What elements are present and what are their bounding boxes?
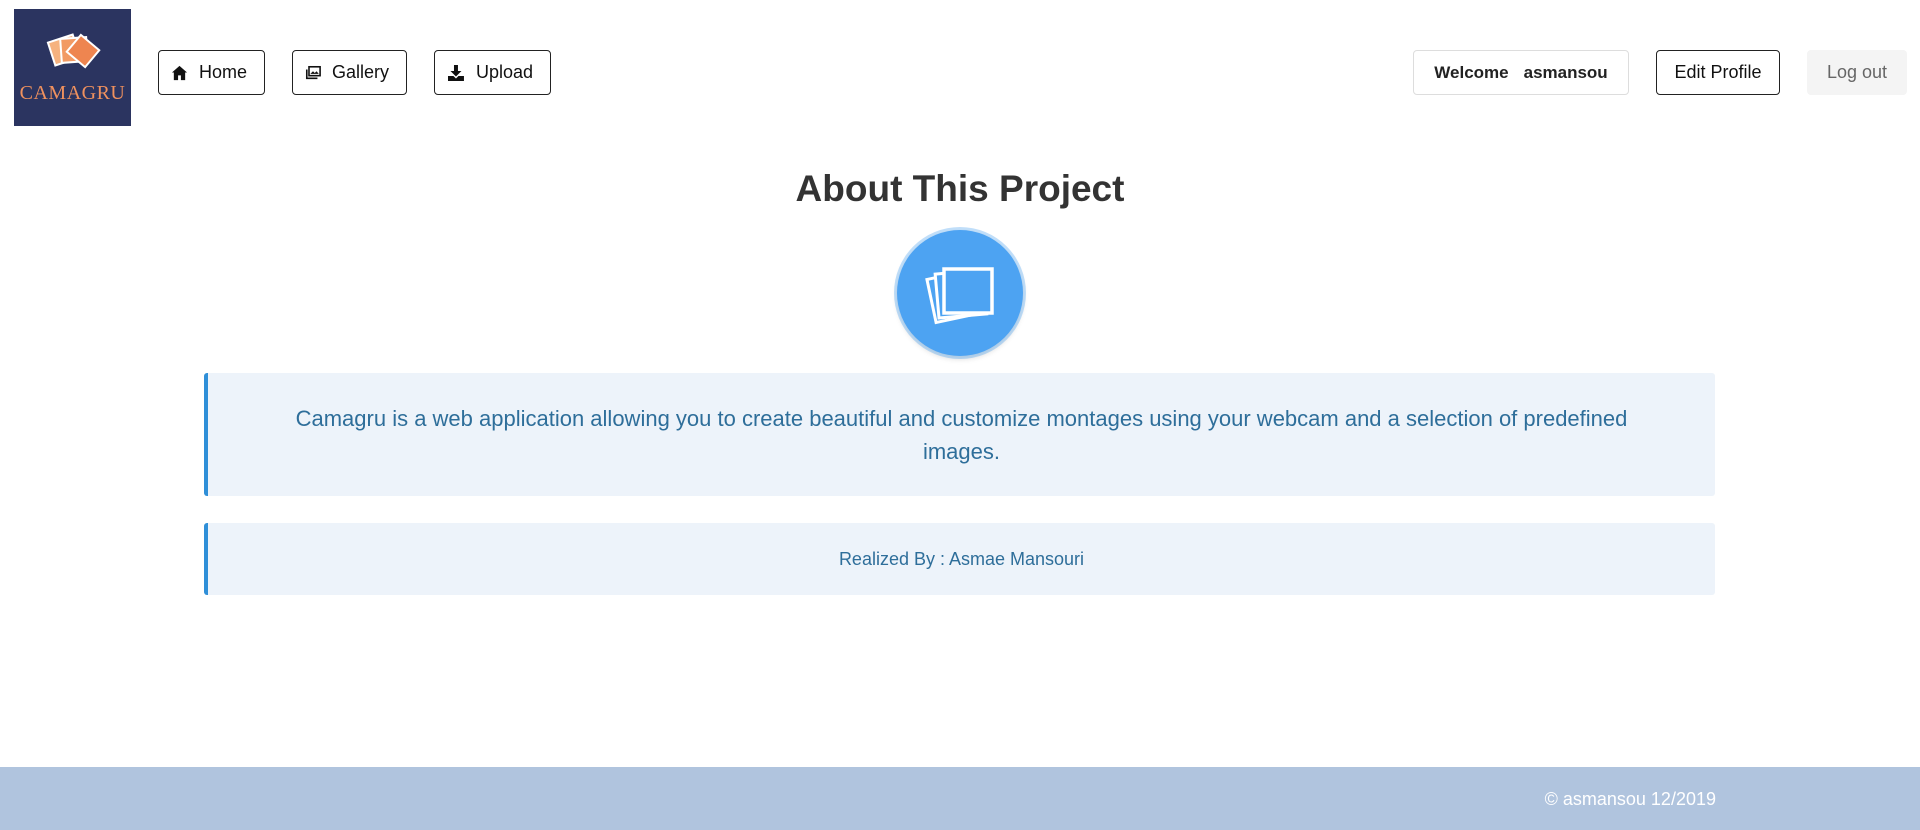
page-title: About This Project [795,168,1125,209]
gallery-icon [305,65,321,79]
welcome-badge: Welcome asmansou [1413,50,1629,95]
gallery-button[interactable]: Gallery [292,50,407,95]
author-card: Realized By : Asmae Mansouri [204,523,1715,595]
author-credit: Realized By : Asmae Mansouri [838,548,1085,569]
brand-logo[interactable]: CAMAGRU [14,9,131,126]
brand-name: CAMAGRU [19,82,126,104]
gallery-button-label: Gallery [331,62,389,82]
welcome-label: Welcome [1434,62,1509,82]
navbar: CAMAGRU Home Gallery Upload Welcome asma… [0,0,1920,135]
home-icon [171,65,188,80]
upload-button-label: Upload [475,62,533,82]
logout-button[interactable]: Log out [1807,50,1907,95]
upload-button[interactable]: Upload [434,50,551,95]
photos-icon [925,267,994,325]
download-icon [447,64,464,81]
project-description: Camagru is a web application allowing yo… [295,405,1628,464]
home-button[interactable]: Home [158,50,265,95]
footer-copyright: © asmansou 12/2019 [1544,789,1716,809]
home-button-label: Home [198,62,247,82]
hero-badge [897,230,1023,356]
stacked-photos-icon [46,33,101,69]
edit-profile-button[interactable]: Edit Profile [1656,50,1780,95]
username: asmansou [1523,62,1608,82]
project-description-card: Camagru is a web application allowing yo… [204,373,1715,496]
footer: © asmansou 12/2019 [0,767,1920,830]
